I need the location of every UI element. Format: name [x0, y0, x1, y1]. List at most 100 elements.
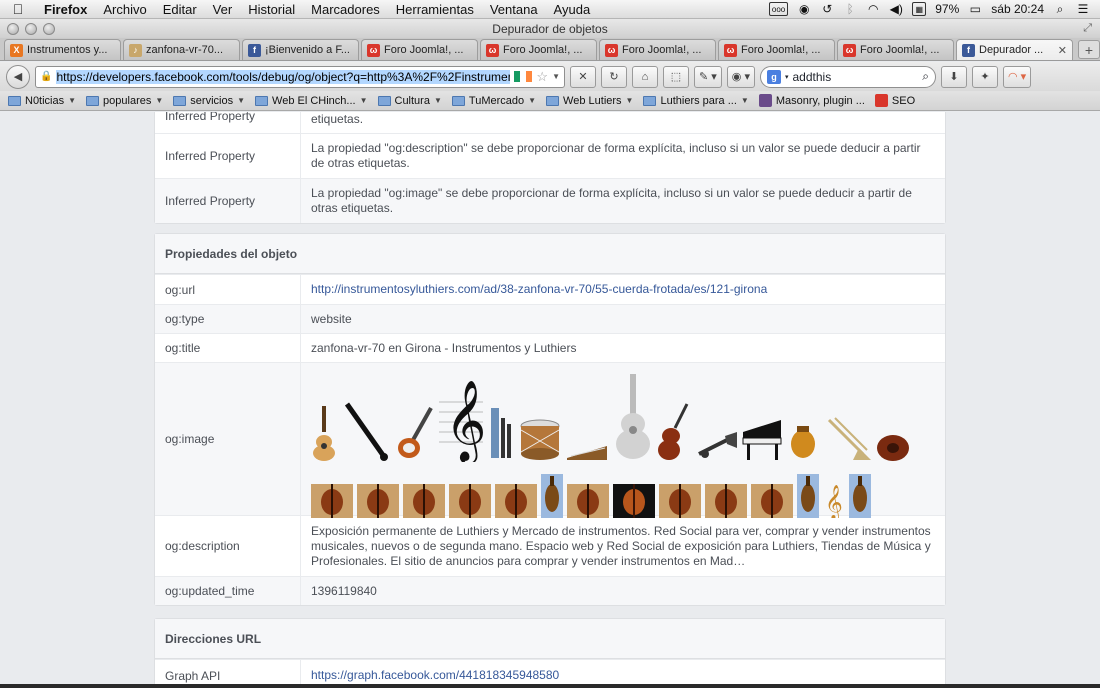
og-url-link[interactable]: http://instrumentosyluthiers.com/ad/38-z… — [311, 282, 767, 297]
mac-menu-bar:  Firefox Archivo Editar Ver Historial M… — [0, 0, 1100, 19]
stop-button[interactable]: ✕ — [570, 65, 596, 88]
battery-icon[interactable]: ▭ — [968, 2, 982, 16]
browser-tab[interactable]: ω Foro Joomla!, ... — [599, 39, 716, 60]
acoustic-guitar-image-icon[interactable] — [613, 372, 653, 466]
fullscreen-icon[interactable]: ⤢ — [1083, 22, 1092, 35]
menu-ver[interactable]: Ver — [205, 2, 241, 17]
clarinet-image-icon[interactable] — [341, 400, 391, 466]
search-input[interactable]: addthis — [793, 70, 919, 84]
search-magnifier-icon[interactable]: ⌕ — [922, 69, 929, 84]
bookmark-link[interactable]: SEO — [874, 94, 915, 107]
screenshot-tool-button[interactable]: ⬚ — [663, 65, 689, 88]
drum-image-icon[interactable] — [519, 418, 561, 466]
addon-button[interactable]: ✦ — [971, 65, 998, 88]
zither-image-icon[interactable] — [565, 440, 609, 466]
menu-marcadores[interactable]: Marcadores — [303, 2, 388, 17]
search-box[interactable]: g ▾ addthis ⌕ — [759, 65, 936, 88]
menu-app-firefox[interactable]: Firefox — [36, 2, 95, 17]
menu-herramientas[interactable]: Herramientas — [388, 2, 482, 17]
back-button[interactable]: ◀ — [6, 64, 30, 89]
menu-archivo[interactable]: Archivo — [95, 2, 154, 17]
bookmark-folder[interactable]: Web El CHinch... ▼ — [255, 95, 368, 107]
notification-center-icon[interactable]: ☰ — [1076, 2, 1090, 16]
browser-tab[interactable]: f ¡Bienvenido a F... — [242, 39, 359, 60]
close-window-button[interactable] — [7, 22, 19, 35]
bookmark-folder[interactable]: Web Lutiers ▼ — [546, 95, 633, 107]
keyboard-icon[interactable]: ▦ — [912, 2, 927, 16]
graph-api-link[interactable]: https://graph.facebook.com/4418183459485… — [311, 668, 559, 683]
extension-button[interactable]: ✎ ▾ — [694, 65, 722, 88]
reload-button[interactable]: ↻ — [601, 65, 627, 88]
tab-label: Foro Joomla!, ... — [622, 44, 702, 56]
tab-favicon-icon: X — [10, 43, 23, 57]
bookmark-folder[interactable]: Cultura ▼ — [377, 95, 442, 107]
url-text[interactable]: https://developers.facebook.com/tools/de… — [56, 69, 511, 84]
url-dropdown-icon[interactable]: ▼ — [552, 72, 560, 81]
new-tab-button[interactable]: + — [1078, 40, 1100, 59]
zoom-window-button[interactable] — [43, 22, 55, 35]
minimize-window-button[interactable] — [25, 22, 37, 35]
browser-tab[interactable]: ω Foro Joomla!, ... — [361, 39, 478, 60]
apple-menu-icon[interactable]:  — [0, 1, 36, 17]
google-icon[interactable]: g — [766, 69, 781, 84]
hurdy-gurdy-photo-image-icon[interactable] — [541, 474, 563, 522]
clock[interactable]: sáb 20:24 — [991, 2, 1044, 16]
bookmark-folder[interactable]: N0ticias ▼ — [8, 95, 76, 107]
volume-icon[interactable]: ◀) — [889, 2, 903, 16]
bluetooth-icon[interactable]: ᛒ — [843, 2, 857, 16]
chevron-down-icon: ▼ — [625, 96, 634, 105]
time-machine-icon[interactable]: ↺ — [820, 2, 834, 16]
og-type-value: website — [311, 311, 352, 326]
browser-tab[interactable]: ω Foro Joomla!, ... — [480, 39, 597, 60]
trombone-image-icon[interactable] — [825, 414, 871, 466]
piano-image-icon[interactable] — [741, 416, 783, 466]
rainbow-addon-button[interactable]: ◠ ▾ — [1002, 65, 1032, 88]
ooo-status-icon[interactable]: ooo — [768, 2, 789, 16]
menu-historial[interactable]: Historial — [240, 2, 303, 17]
menu-ventana[interactable]: Ventana — [482, 2, 546, 17]
browser-tab[interactable]: ω Foro Joomla!, ... — [837, 39, 954, 60]
bookmark-star-icon[interactable]: ☆ — [536, 69, 548, 85]
address-bar[interactable]: 🔒 https://developers.facebook.com/tools/… — [35, 65, 565, 88]
hurdy-gurdy-photo-image-icon[interactable] — [849, 474, 871, 522]
property-row-og-description: og:description Exposición permanente de … — [155, 515, 945, 576]
trumpet-image-icon[interactable] — [697, 432, 737, 466]
wifi-icon[interactable]: ◠ — [866, 2, 880, 16]
accessibility-icon[interactable]: ◉ — [797, 2, 811, 16]
violin-image-icon[interactable] — [657, 402, 693, 466]
hurdy-gurdy-photo-image-icon[interactable] — [797, 474, 819, 522]
addon-eye-button[interactable]: ◉ ▾ — [726, 65, 755, 88]
chevron-down-icon: ▼ — [433, 96, 442, 105]
bookmark-folder[interactable]: TuMercado ▼ — [451, 95, 536, 107]
og-updated-value: 1396119840 — [311, 583, 377, 598]
bookmark-link[interactable]: Masonry, plugin ... — [758, 94, 865, 107]
menu-editar[interactable]: Editar — [155, 2, 205, 17]
svg-text:𝄞: 𝄞 — [825, 485, 843, 518]
bookmark-folder[interactable]: populares ▼ — [86, 95, 163, 107]
treble-clef-image-icon[interactable]: 𝄞 — [439, 372, 486, 466]
navigation-toolbar: ◀ 🔒 https://developers.facebook.com/tool… — [0, 62, 1100, 91]
electric-guitar-image-icon[interactable] — [395, 404, 435, 466]
browser-tab[interactable]: X Instrumentos y... — [4, 39, 121, 60]
bookmark-folder[interactable]: servicios ▼ — [173, 95, 245, 107]
close-tab-icon[interactable]: ✕ — [1058, 44, 1067, 57]
ireland-flag-icon[interactable] — [514, 71, 533, 82]
browser-tab[interactable]: f Depurador ... ✕ — [956, 39, 1073, 60]
guitar-image-icon[interactable] — [311, 404, 337, 466]
menu-ayuda[interactable]: Ayuda — [546, 2, 599, 17]
cello-image-icon[interactable] — [875, 426, 915, 466]
browser-tab[interactable]: ω Foro Joomla!, ... — [718, 39, 835, 60]
lock-icon[interactable]: 🔒 — [40, 71, 52, 82]
bagpipe-image-icon[interactable] — [487, 402, 515, 466]
bookmark-label: servicios — [190, 94, 234, 107]
window-title: Depurador de objetos — [492, 21, 608, 36]
browser-tab[interactable]: ♪ zanfona-vr-70... — [123, 39, 240, 60]
bookmark-folder[interactable]: Luthiers para ... ▼ — [643, 95, 749, 107]
hurdy-gurdy-image-icon[interactable] — [787, 422, 821, 466]
spotlight-search-icon[interactable]: ⌕ — [1053, 2, 1067, 16]
downloads-button[interactable]: ⬇ — [940, 65, 967, 88]
bookmarks-bar: N0ticias ▼ populares ▼ servicios ▼ Web El CHin… — [0, 91, 1100, 111]
chevron-down-icon: ▼ — [359, 96, 368, 105]
bookmark-label: Masonry, plugin ... — [775, 94, 865, 107]
home-button[interactable]: ⌂ — [632, 65, 658, 88]
